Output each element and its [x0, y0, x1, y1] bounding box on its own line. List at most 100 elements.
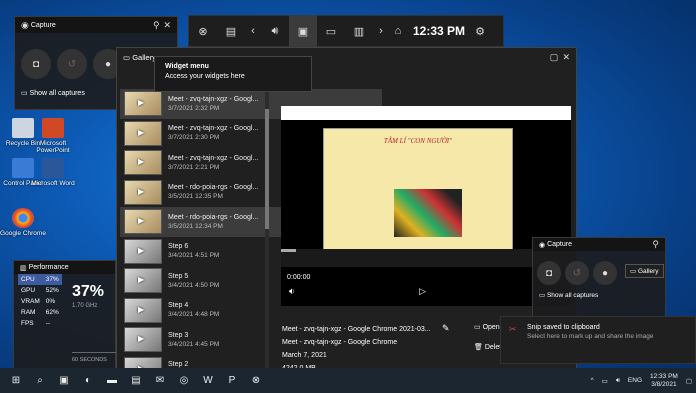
record-last-button[interactable]: ↺ [57, 49, 87, 79]
volume-icon[interactable]: 🔉︎ [289, 286, 295, 297]
gallery-item-text: Meet - rdo-poia-rgs - Googl... 3/5/2021 1… [168, 184, 258, 200]
network-icon[interactable]: ▭ [602, 377, 608, 385]
widget-icon: ▤ [225, 25, 237, 38]
notification-icon[interactable]: ▢ [686, 377, 692, 385]
mail-taskbar-button[interactable]: ✉ [148, 368, 172, 393]
word-icon [42, 158, 64, 178]
gallery-item-text: Step 6 3/4/2021 4:51 PM [168, 243, 219, 259]
close-icon[interactable]: ✕ [562, 52, 570, 63]
gallery-scrollbar[interactable] [265, 89, 269, 379]
capture-filename: Meet - zvq-tajn-xgz - Google Chrome 2021… [282, 326, 431, 333]
task-view-button[interactable]: ▣ [52, 368, 76, 393]
widget-menu-button[interactable]: ▤ [217, 15, 245, 47]
xbox-icon: ⊗ [251, 375, 261, 386]
task-view-icon: ▣ [59, 375, 69, 386]
audio-button[interactable]: 🔊︎ [261, 15, 289, 47]
delete-button[interactable]: 🗑︎ Delet [474, 343, 501, 351]
open-button[interactable]: ▭ Open [474, 323, 500, 331]
metric-value: 0% [45, 298, 56, 305]
capture-icon: ▣ [297, 25, 309, 38]
progress-bar[interactable] [281, 249, 296, 252]
volume-icon[interactable]: 🔊︎ [616, 377, 620, 385]
performance-titlebar: ▥ Performance [14, 261, 115, 274]
mouse-button[interactable]: ⌂ [389, 15, 407, 47]
capture-preview-title: Capture [547, 241, 572, 248]
history-icon: ↺ [572, 267, 582, 279]
start-button[interactable]: ⊞ [4, 368, 28, 393]
cpu-graph [72, 313, 116, 353]
show-all-captures[interactable]: ▭ Show all captures [533, 289, 665, 301]
pin-icon[interactable]: ⚲ [153, 20, 160, 31]
capture-titlebar: ◉ Capture ⚲ ✕ [15, 17, 177, 33]
capture-thumbnail [124, 120, 162, 146]
xbox-button[interactable]: ⊗ [189, 15, 217, 47]
powerpoint-icon: P [228, 375, 236, 386]
performance-row[interactable]: VRAM 0% [18, 296, 62, 307]
graph-duration: 60 SECONDS [72, 357, 107, 363]
gallery-item-text: Step 5 3/4/2021 4:50 PM [168, 273, 219, 289]
performance-row[interactable]: CPU 37% [18, 274, 62, 285]
capture-thumbnail [124, 179, 162, 205]
close-icon[interactable]: ✕ [163, 20, 171, 31]
desktop-icon-word[interactable]: Microsoft Word [30, 158, 76, 187]
gallery-item-date: 3/7/2021 2:30 PM [168, 134, 220, 142]
gallery-mini-tab[interactable]: ▭ Gallery [625, 264, 664, 278]
scroll-right-button[interactable]: › [373, 15, 389, 47]
scroll-left-button[interactable]: ‹ [245, 15, 261, 47]
record-button[interactable]: ● [593, 261, 617, 285]
screenshot-button[interactable]: ◘ [21, 49, 51, 79]
performance-button[interactable]: ▥ [345, 15, 373, 47]
screenshot-button[interactable]: ◘ [537, 261, 561, 285]
performance-row[interactable]: FPS -- [18, 318, 62, 329]
powerpoint-icon [42, 118, 64, 138]
desktop-icon-chrome[interactable]: Google Chrome [0, 208, 46, 237]
capture-button[interactable]: ▣ [289, 15, 317, 47]
gallery-item-text: Step 4 3/4/2021 4:48 PM [168, 302, 219, 318]
windows-icon: ⊞ [11, 375, 21, 386]
game-bar: ⊗ ▤ ‹ 🔊︎ ▣ ▭ ▥ › ⌂ 12:33 PM ⚙ [188, 15, 504, 47]
edit-icon[interactable]: ✎ [442, 323, 450, 334]
gallery-item-date: 3/4/2021 4:51 PM [168, 252, 220, 260]
chrome-taskbar-button[interactable]: ◎ [172, 368, 196, 393]
widget-menu-tooltip: Widget menu Access your widgets here [154, 56, 312, 92]
delete-label: Delet [484, 344, 502, 351]
snip-toast-notification[interactable]: ✂ Snip saved to clipboard Select here to… [500, 316, 696, 364]
mouse-icon: ⌂ [394, 25, 402, 37]
play-icon[interactable]: ▷ [419, 286, 426, 297]
record-last-button[interactable]: ↺ [565, 261, 589, 285]
capture-thumbnail [124, 268, 162, 294]
xbox-taskbar-button[interactable]: ⊗ [244, 368, 268, 393]
gallery-item-date: 3/7/2021 2:32 PM [168, 104, 220, 112]
edge-taskbar-button[interactable]: ◐ [76, 368, 100, 393]
gallery-item-title: Meet - zvq-tajn-xgz - Googl... [168, 154, 259, 162]
input-language[interactable]: ENG [628, 377, 642, 384]
performance-row[interactable]: RAM 62% [18, 307, 62, 318]
store-taskbar-button[interactable]: ▤ [124, 368, 148, 393]
powerpoint-taskbar-button[interactable]: P [220, 368, 244, 393]
desktop-icon-powerpoint[interactable]: Microsoft PowerPoint [30, 118, 76, 154]
video-player[interactable]: TÂM LÍ "CON NGƯỜI" 0:00:00 🔉︎ ▷ [281, 106, 571, 306]
scrollbar-thumb[interactable] [265, 109, 269, 229]
search-button[interactable]: ⌕ [28, 368, 52, 393]
player-time: 0:00:00 [287, 274, 311, 281]
metric-label: RAM [21, 309, 36, 316]
gallery-button[interactable]: ▭ [317, 15, 345, 47]
gallery-item-title: Meet - rdo-poia-rgs - Googl... [168, 184, 259, 192]
cpu-big-value: 37% [72, 283, 105, 300]
gallery-item-title: Meet - rdo-poia-rgs - Googl... [168, 213, 259, 221]
pin-icon[interactable]: ⚲ [652, 239, 659, 250]
metric-label: GPU [21, 287, 36, 294]
chevron-up-icon[interactable]: ^ [591, 377, 594, 384]
desktop-icon-label: Google Chrome [0, 230, 46, 237]
word-taskbar-button[interactable]: W [196, 368, 220, 393]
show-all-captures-label: Show all captures [29, 90, 85, 97]
performance-row[interactable]: GPU 52% [18, 285, 62, 296]
show-all-captures-label: Show all captures [546, 292, 599, 299]
capture-app: Meet - zvq-tajn-xgz - Google Chrome [282, 339, 398, 346]
gallery-icon: ▭ [123, 52, 131, 62]
capture-date: March 7, 2021 [282, 352, 327, 359]
expand-icon[interactable]: ▢ [550, 52, 559, 63]
taskbar-clock[interactable]: 12:33 PM 3/8/2021 [650, 373, 678, 389]
explorer-taskbar-button[interactable]: ▬ [100, 368, 124, 393]
settings-button[interactable]: ⚙ [471, 15, 489, 47]
